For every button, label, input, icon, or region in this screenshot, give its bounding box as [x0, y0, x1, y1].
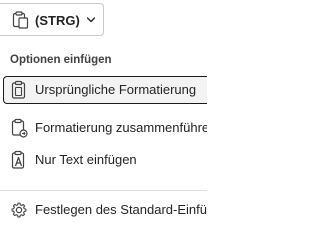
- paste-options-button[interactable]: (STRG): [0, 3, 104, 36]
- menu-item-set-default-paste[interactable]: Festlegen des Standard-Einfügens: [3, 196, 207, 224]
- paste-options-label: (STRG): [35, 13, 80, 28]
- menu-item-keep-source-formatting[interactable]: Ursprüngliche Formatierung: [3, 76, 207, 104]
- menu-item-label: Ursprüngliche Formatierung: [35, 82, 197, 97]
- chevron-down-icon[interactable]: [86, 16, 96, 24]
- menu-item-merge-formatting[interactable]: Formatierung zusammenführen: [3, 114, 207, 142]
- clipboard-text-only-icon: [11, 150, 25, 169]
- clipboard-icon: [12, 11, 29, 29]
- menu-item-label: Formatierung zusammenführen: [35, 120, 207, 135]
- menu-item-label: Festlegen des Standard-Einfügens: [35, 202, 207, 217]
- section-header: Optionen einfügen: [10, 54, 112, 66]
- menu-item-label: Nur Text einfügen: [35, 152, 137, 167]
- gear-icon: [11, 202, 27, 218]
- menu-item-keep-text-only[interactable]: Nur Text einfügen: [3, 146, 207, 174]
- menu-divider: [0, 190, 207, 191]
- paste-options-menu: Optionen einfügen Ursprüngliche Formatie…: [0, 40, 207, 222]
- clipboard-keep-format-icon: [11, 80, 26, 99]
- clipboard-merge-format-icon: [11, 118, 28, 138]
